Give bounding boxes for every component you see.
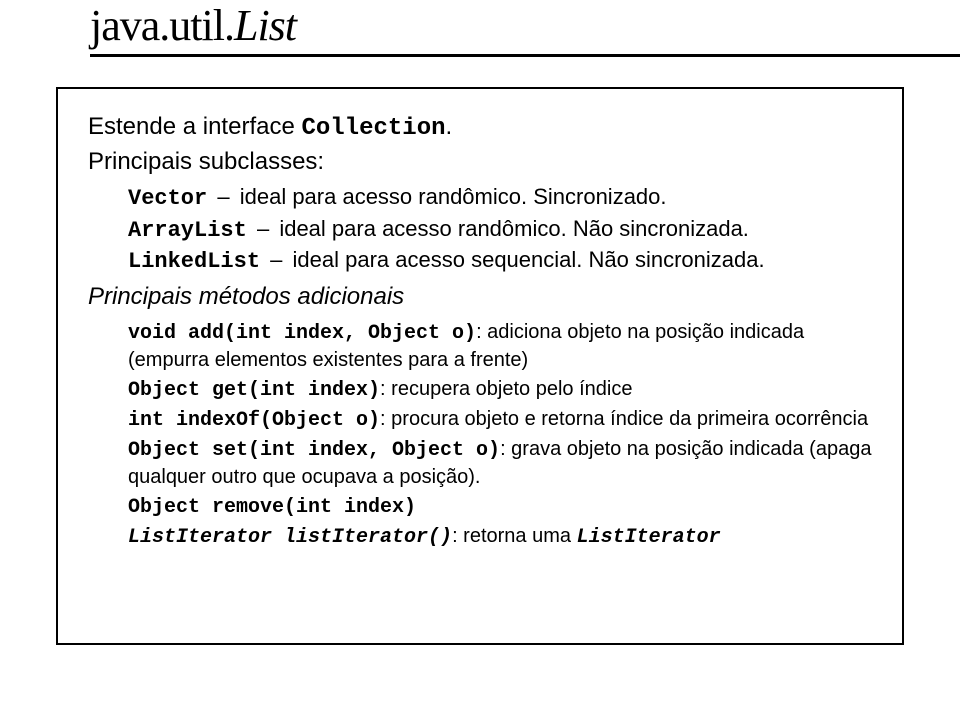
methods-heading: Principais métodos adicionais xyxy=(88,283,872,311)
method-desc-mid: : retorna uma xyxy=(452,525,577,547)
title-underline xyxy=(90,54,960,57)
subclass-desc: ideal para acesso randômico. Sincronizad… xyxy=(240,184,667,209)
title-part2: List xyxy=(234,1,296,50)
method-desc: : procura objeto e retorna índice da pri… xyxy=(380,408,868,430)
intro-suffix: . xyxy=(446,113,453,140)
slide-title: java.util.List xyxy=(90,0,296,51)
dash: – xyxy=(257,216,269,241)
intro-class: Collection xyxy=(301,115,445,142)
intro-prefix: Estende a interface xyxy=(88,113,301,140)
subclass-name: Vector xyxy=(128,186,207,211)
subclass-row: Vector – ideal para acesso randômico. Si… xyxy=(128,182,872,214)
method-signature: void add(int index, Object o) xyxy=(128,322,476,345)
intro-line: Estende a interface Collection. xyxy=(88,113,872,142)
method-row: void add(int index, Object o): adiciona … xyxy=(128,319,872,374)
method-row: Object remove(int index) xyxy=(128,493,872,521)
method-signature: Object set(int index, Object o) xyxy=(128,439,500,462)
method-desc-tail: ListIterator xyxy=(577,526,721,549)
method-signature: ListIterator listIterator() xyxy=(128,526,452,549)
subclass-name: ArrayList xyxy=(128,218,247,243)
title-part1: java.util. xyxy=(90,1,234,50)
subclass-desc: ideal para acesso randômico. Não sincron… xyxy=(279,216,749,241)
content-box: Estende a interface Collection. Principa… xyxy=(56,87,904,645)
method-row: Object set(int index, Object o): grava o… xyxy=(128,436,872,491)
method-desc: : recupera objeto pelo índice xyxy=(380,378,632,400)
dash: – xyxy=(270,247,282,272)
method-signature: Object get(int index) xyxy=(128,379,380,402)
subclass-desc: ideal para acesso sequencial. Não sincro… xyxy=(293,247,765,272)
method-row: ListIterator listIterator(): retorna uma… xyxy=(128,523,872,551)
subclasses-heading: Principais subclasses: xyxy=(88,148,872,176)
method-row: Object get(int index): recupera objeto p… xyxy=(128,376,872,404)
subclasses-list: Vector – ideal para acesso randômico. Si… xyxy=(128,182,872,277)
subclass-name: LinkedList xyxy=(128,249,260,274)
methods-list: void add(int index, Object o): adiciona … xyxy=(128,319,872,551)
subclass-row: ArrayList – ideal para acesso randômico.… xyxy=(128,214,872,246)
method-signature: int indexOf(Object o) xyxy=(128,409,380,432)
subclass-row: LinkedList – ideal para acesso sequencia… xyxy=(128,245,872,277)
method-signature: Object remove(int index) xyxy=(128,496,416,519)
dash: – xyxy=(217,184,229,209)
method-row: int indexOf(Object o): procura objeto e … xyxy=(128,406,872,434)
